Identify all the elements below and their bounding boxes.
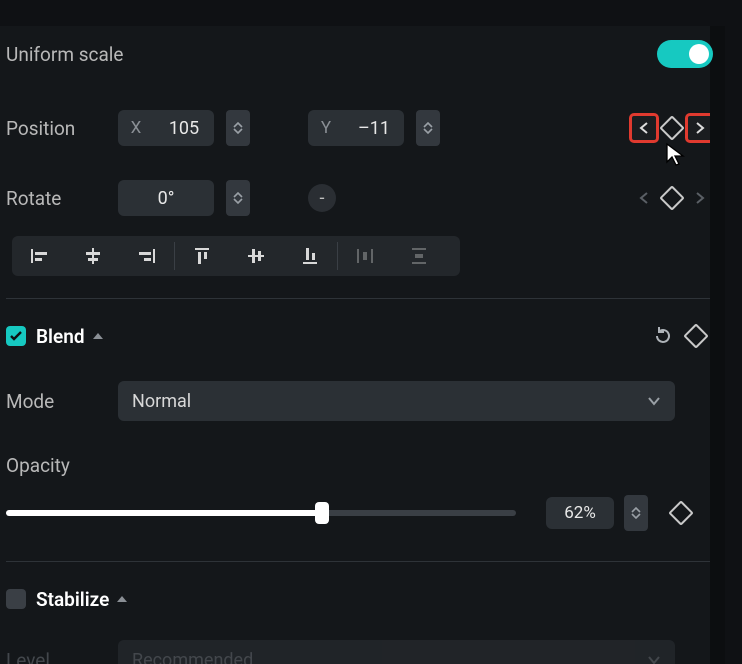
align-center-h-icon	[83, 247, 103, 265]
position-x-stepper[interactable]	[226, 110, 250, 146]
position-row: Position X 105 Y –11	[6, 100, 725, 156]
x-value: 105	[154, 118, 214, 139]
x-tag: X	[118, 118, 154, 138]
divider	[6, 561, 719, 562]
chevron-down-icon	[233, 198, 243, 204]
add-keyframe-button[interactable]	[663, 119, 681, 137]
rotate-dial[interactable]: -	[308, 184, 336, 212]
uniform-scale-row: Uniform scale	[6, 26, 725, 82]
blend-mode-select[interactable]: Normal	[118, 381, 675, 421]
diamond-icon	[668, 500, 693, 525]
distribute-h-icon	[355, 247, 375, 265]
slider-fill	[6, 510, 322, 516]
position-y-stepper[interactable]	[416, 110, 440, 146]
collapse-triangle-icon	[93, 332, 103, 340]
blend-title: Blend	[36, 325, 85, 348]
blend-add-keyframe[interactable]	[687, 327, 705, 345]
rotate-label: Rotate	[6, 187, 118, 210]
chevron-down-icon	[631, 513, 641, 519]
align-bottom-icon	[301, 246, 319, 266]
y-tag: Y	[308, 118, 344, 138]
chevron-left-icon	[639, 191, 649, 205]
chevron-down-icon	[233, 128, 243, 134]
align-left-icon	[29, 247, 49, 265]
blend-checkbox[interactable]	[6, 326, 26, 346]
align-center-v-icon	[247, 246, 265, 266]
rotate-row: Rotate 0° -	[6, 170, 725, 226]
distribute-v-button[interactable]	[392, 236, 446, 276]
chevron-right-icon	[695, 121, 705, 135]
level-label: Level	[6, 649, 118, 664]
rotate-field[interactable]: 0°	[118, 180, 214, 216]
align-center-v-button[interactable]	[229, 236, 283, 276]
chevron-left-icon	[639, 121, 649, 135]
diamond-icon	[659, 115, 684, 140]
rotate-stepper[interactable]	[226, 180, 250, 216]
prev-keyframe-button[interactable]	[631, 185, 657, 211]
opacity-slider-row: 62%	[6, 495, 725, 531]
distribute-v-icon	[410, 246, 428, 266]
chevron-down-icon	[647, 396, 661, 406]
vertical-scrollbar[interactable]	[710, 26, 725, 664]
opacity-slider[interactable]	[6, 510, 516, 516]
blend-mode-row: Mode Normal	[6, 373, 725, 429]
rotate-value: 0°	[118, 188, 214, 209]
stabilize-checkbox[interactable]	[6, 589, 26, 609]
toggle-knob	[689, 44, 709, 64]
mode-label: Mode	[6, 390, 118, 413]
stabilize-section-header[interactable]: Stabilize	[6, 576, 725, 622]
blend-section-header[interactable]: Blend	[6, 313, 725, 359]
divider	[6, 298, 719, 299]
position-y-field[interactable]: Y –11	[308, 110, 404, 146]
opacity-stepper[interactable]	[624, 495, 648, 531]
chevron-down-icon	[647, 655, 661, 664]
collapse-triangle-icon	[117, 595, 127, 603]
align-top-button[interactable]	[175, 236, 229, 276]
properties-panel: { "uniformScale": { "label": "Uniform sc…	[0, 26, 725, 664]
stabilize-level-select: Recommended	[118, 640, 675, 664]
stabilize-title: Stabilize	[36, 588, 109, 611]
diamond-icon	[683, 323, 708, 348]
slider-thumb[interactable]	[315, 502, 329, 524]
blend-mode-value: Normal	[132, 391, 191, 412]
prev-keyframe-button[interactable]	[631, 115, 657, 141]
uniform-scale-label: Uniform scale	[6, 43, 123, 66]
opacity-value[interactable]: 62%	[546, 497, 614, 529]
align-right-icon	[137, 247, 157, 265]
chevron-down-icon	[423, 128, 433, 134]
opacity-row: Opacity	[6, 437, 725, 493]
align-center-h-button[interactable]	[66, 236, 120, 276]
align-toolbar	[12, 236, 460, 276]
position-keyframe-nav	[631, 115, 713, 141]
y-value: –11	[344, 118, 404, 139]
diamond-icon	[659, 185, 684, 210]
align-top-icon	[193, 246, 211, 266]
uniform-scale-toggle[interactable]	[657, 40, 713, 68]
dash-label: -	[320, 188, 325, 209]
align-bottom-button[interactable]	[283, 236, 337, 276]
check-icon	[10, 331, 22, 341]
rotate-keyframe-nav	[631, 185, 713, 211]
align-left-button[interactable]	[12, 236, 66, 276]
reset-icon[interactable]	[653, 326, 673, 346]
position-label: Position	[6, 117, 118, 140]
opacity-label: Opacity	[6, 454, 70, 477]
add-keyframe-button[interactable]	[663, 189, 681, 207]
align-right-button[interactable]	[120, 236, 174, 276]
stabilize-level-row: Level Recommended	[6, 632, 725, 664]
chevron-right-icon	[695, 191, 705, 205]
position-x-field[interactable]: X 105	[118, 110, 214, 146]
opacity-add-keyframe[interactable]	[672, 504, 690, 522]
level-value: Recommended	[132, 650, 253, 664]
distribute-h-button[interactable]	[338, 236, 392, 276]
